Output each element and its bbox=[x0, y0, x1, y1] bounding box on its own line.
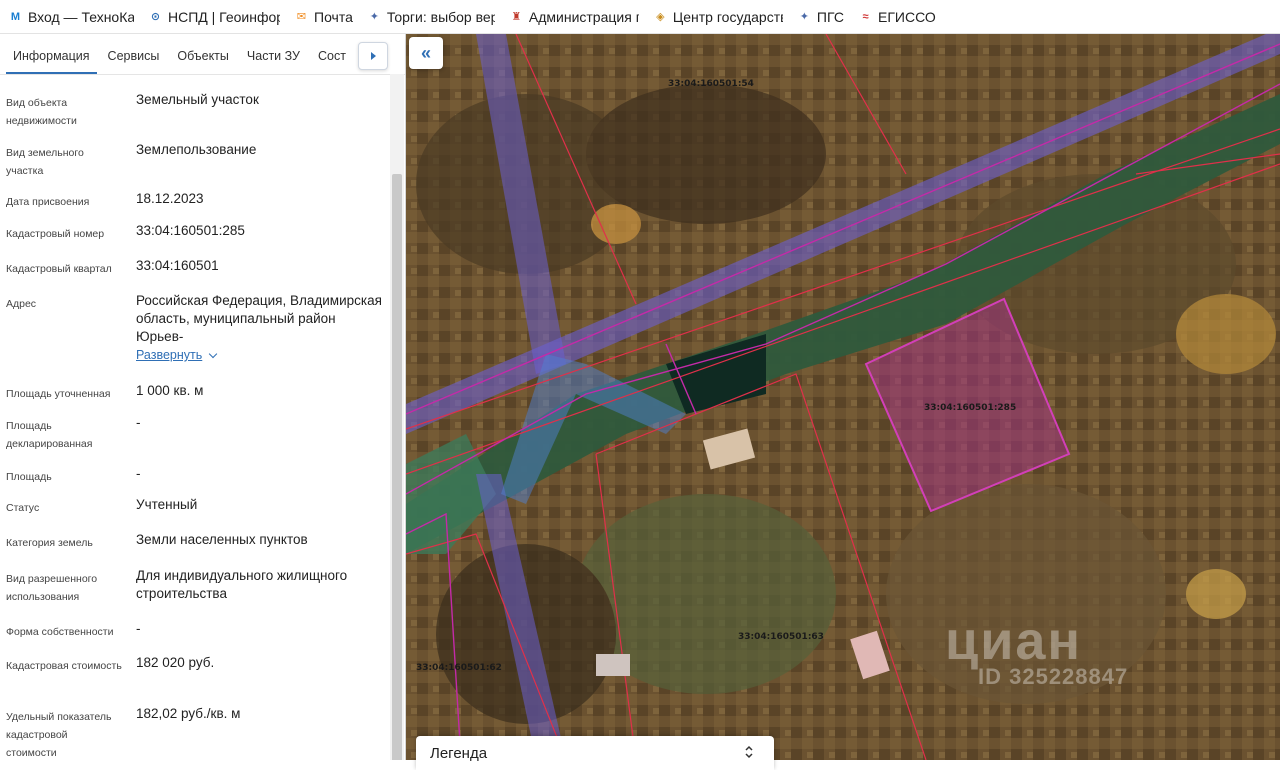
bookmark-pgs[interactable]: ✦ ПГС bbox=[797, 9, 844, 25]
prop-value: 182,02 руб./кв. м bbox=[136, 706, 241, 721]
emblem-icon: ✦ bbox=[799, 11, 809, 23]
emblem-icon: ✦ bbox=[369, 11, 379, 23]
prop-label: Площадь декларированная bbox=[6, 420, 93, 450]
coat-of-arms-icon: ♜ bbox=[511, 11, 522, 23]
prop-label: Вид земельного участка bbox=[6, 147, 84, 177]
cadastral-map[interactable]: 33:04:160501:54 33:04:160501:285 33:04:1… bbox=[406, 34, 1280, 760]
prop-label: Адрес bbox=[6, 298, 37, 310]
chevron-down-icon bbox=[209, 349, 218, 358]
prop-value: - bbox=[136, 621, 141, 636]
nspd-icon: ⊙ bbox=[150, 11, 161, 23]
bookmarks-bar: M Вход — ТехноКад ⊙ НСПД | Геоинфор ✉ По… bbox=[0, 0, 1280, 34]
prop-value: Учтенный bbox=[136, 497, 198, 512]
collapse-panel-button[interactable]: « bbox=[409, 37, 443, 69]
bookmark-torgi[interactable]: ✦ Торги: выбор вер bbox=[367, 9, 495, 25]
prop-label: Дата присвоения bbox=[6, 196, 90, 208]
bookmark-technokad[interactable]: M Вход — ТехноКад bbox=[8, 9, 134, 25]
tab-information[interactable]: Информация bbox=[6, 49, 97, 74]
prop-value: 18.12.2023 bbox=[136, 191, 204, 206]
watermark-id: ID 325228847 bbox=[978, 664, 1129, 689]
prop-value: Землепользование bbox=[136, 142, 257, 157]
bookmark-egisso[interactable]: ≈ ЕГИССО bbox=[858, 8, 936, 25]
prop-label: Кадастровый квартал bbox=[6, 263, 112, 275]
prop-value: 1 000 кв. м bbox=[136, 383, 204, 398]
prop-value: - bbox=[136, 415, 141, 430]
egisso-icon: ≈ bbox=[862, 10, 869, 23]
bookmark-label: Вход — ТехноКад bbox=[28, 8, 134, 25]
prop-label: Удельный показатель кадастровой стоимост… bbox=[6, 711, 112, 759]
panel-scrollbar[interactable] bbox=[390, 74, 404, 760]
tab-composition[interactable]: Сост bbox=[311, 49, 353, 74]
prop-label: Форма собственности bbox=[6, 626, 114, 638]
prop-label: Кадастровый номер bbox=[6, 228, 105, 240]
prop-label: Площадь уточненная bbox=[6, 388, 111, 400]
bookmark-administration[interactable]: ♜ Администрация г bbox=[509, 8, 639, 25]
scrollbar-thumb[interactable] bbox=[392, 174, 402, 760]
prop-value: - bbox=[136, 466, 141, 481]
prop-value: 182 020 руб. bbox=[136, 655, 215, 670]
address-expand-link[interactable]: Развернуть bbox=[136, 346, 218, 364]
prop-value: 33:04:160501 bbox=[136, 258, 219, 273]
bookmark-label: Почта bbox=[314, 8, 353, 25]
prop-value: 33:04:160501:285 bbox=[136, 223, 245, 238]
parcel-label: 33:04:160501:63 bbox=[738, 632, 824, 642]
info-panel: Информация Сервисы Объекты Части ЗУ Сост… bbox=[0, 34, 406, 760]
chevron-right-icon bbox=[370, 52, 376, 60]
prop-label: Вид объекта недвижимости bbox=[6, 97, 77, 127]
legend-panel[interactable]: Легенда bbox=[416, 736, 774, 770]
bookmark-nspd[interactable]: ⊙ НСПД | Геоинфор bbox=[148, 9, 280, 25]
prop-label: Кадастровая стоимость bbox=[6, 660, 122, 672]
bookmark-label: Центр государств bbox=[672, 8, 783, 25]
double-chevron-left-icon: « bbox=[420, 42, 431, 63]
bookmark-center[interactable]: ◈ Центр государств bbox=[653, 9, 783, 25]
mail-icon: ✉ bbox=[296, 11, 307, 23]
tabs-scroll-right-button[interactable] bbox=[358, 42, 388, 70]
bookmark-mail[interactable]: ✉ Почта bbox=[294, 9, 353, 25]
parcel-label: 33:04:160501:54 bbox=[668, 79, 754, 89]
prop-label: Статус bbox=[6, 502, 40, 514]
prop-value: Российская Федерация, Владимирская облас… bbox=[136, 292, 382, 364]
parcel-label: 33:04:160501:62 bbox=[416, 663, 502, 673]
bookmark-label: Торги: выбор вер bbox=[386, 8, 495, 25]
sort-toggle-icon[interactable] bbox=[744, 744, 754, 760]
legend-title: Легенда bbox=[430, 745, 488, 762]
prop-value: Для индивидуального жилищного строительс… bbox=[136, 568, 348, 601]
technokad-icon: M bbox=[10, 10, 21, 23]
bookmark-label: НСПД | Геоинфор bbox=[168, 8, 280, 25]
map-canvas[interactable]: 33:04:160501:54 33:04:160501:285 33:04:1… bbox=[406, 34, 1280, 760]
address-text: Российская Федерация, Владимирская облас… bbox=[136, 293, 382, 344]
prop-value: Земли населенных пунктов bbox=[136, 532, 308, 547]
bookmark-label: Администрация г bbox=[528, 8, 639, 25]
prop-label: Площадь bbox=[6, 471, 52, 483]
tab-services[interactable]: Сервисы bbox=[101, 49, 167, 74]
tab-parts[interactable]: Части ЗУ bbox=[240, 49, 307, 74]
parcel-label: 33:04:160501:285 bbox=[924, 403, 1016, 413]
prop-label: Категория земель bbox=[6, 537, 93, 549]
center-icon: ◈ bbox=[656, 11, 665, 23]
prop-label: Вид разрешенного использования bbox=[6, 573, 98, 603]
prop-value: Земельный участок bbox=[136, 92, 259, 107]
tab-objects[interactable]: Объекты bbox=[170, 49, 236, 74]
tabs: Информация Сервисы Объекты Части ЗУ Сост bbox=[0, 34, 405, 75]
watermark-logo: циан bbox=[945, 611, 1083, 671]
bookmark-label: ПГС bbox=[816, 8, 845, 25]
expand-label: Развернуть bbox=[136, 348, 203, 362]
bookmark-label: ЕГИССО bbox=[878, 8, 936, 25]
